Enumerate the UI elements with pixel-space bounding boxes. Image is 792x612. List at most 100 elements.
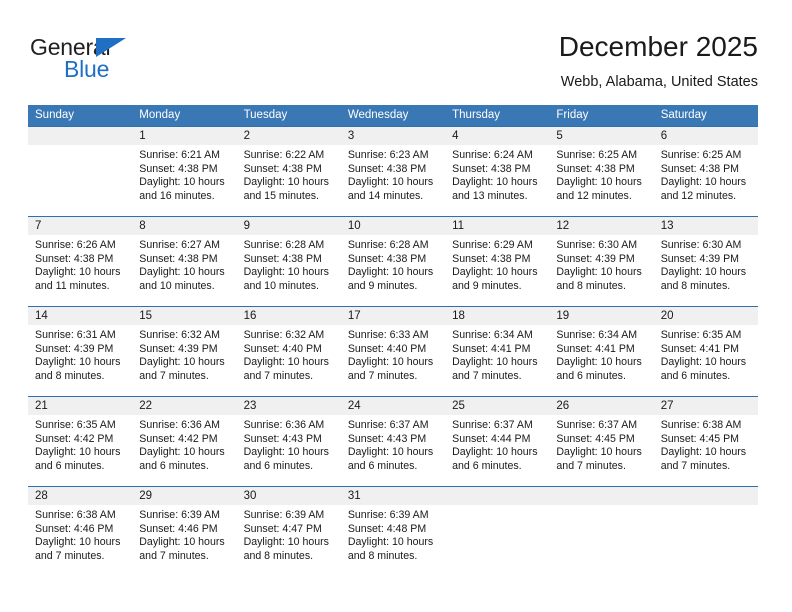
calendar-day-cell[interactable]: 29 Sunrise: 6:39 AM Sunset: 4:46 PM Dayl… (132, 486, 237, 575)
sunset-text: Sunset: 4:38 PM (243, 252, 322, 265)
sunrise-text: Sunrise: 6:35 AM (660, 329, 742, 341)
daylight-text: Daylight: 10 hours and 11 minutes. (35, 266, 121, 292)
calendar-table: Sunday Monday Tuesday Wednesday Thursday… (28, 105, 758, 575)
sunset-text: Sunset: 4:39 PM (139, 342, 218, 355)
day-details: Sunrise: 6:34 AM Sunset: 4:41 PM Dayligh… (445, 325, 549, 383)
calendar-day-cell[interactable]: 30 Sunrise: 6:39 AM Sunset: 4:47 PM Dayl… (236, 486, 341, 575)
day-number: 2 (236, 127, 341, 145)
day-details: Sunrise: 6:24 AM Sunset: 4:38 PM Dayligh… (445, 145, 549, 203)
weekday-header-sunday: Sunday (28, 105, 133, 127)
day-number: 4 (445, 127, 550, 145)
sunset-text: Sunset: 4:40 PM (243, 342, 322, 355)
calendar-day-cell[interactable]: 11 Sunrise: 6:29 AM Sunset: 4:38 PM Dayl… (445, 216, 550, 307)
day-number: 11 (445, 217, 550, 235)
sunset-text: Sunset: 4:44 PM (452, 432, 531, 445)
day-number: 3 (340, 127, 446, 145)
day-number: 26 (549, 397, 654, 415)
day-number: 12 (549, 217, 654, 235)
calendar-day-cell[interactable]: 14 Sunrise: 6:31 AM Sunset: 4:39 PM Dayl… (28, 306, 133, 397)
sunrise-text: Sunrise: 6:30 AM (556, 239, 638, 251)
general-blue-logo[interactable]: General Blue (30, 34, 190, 92)
day-number: 14 (28, 307, 133, 325)
sunset-text: Sunset: 4:43 PM (347, 432, 427, 445)
sunrise-text: Sunrise: 6:25 AM (556, 149, 638, 161)
calendar-day-cell[interactable]: 27 Sunrise: 6:38 AM Sunset: 4:45 PM Dayl… (653, 396, 758, 487)
calendar-day-cell[interactable]: 13 Sunrise: 6:30 AM Sunset: 4:39 PM Dayl… (653, 216, 758, 307)
daylight-text: Daylight: 10 hours and 6 minutes. (35, 446, 121, 472)
calendar-day-cell[interactable]: 4 Sunrise: 6:24 AM Sunset: 4:38 PM Dayli… (445, 126, 550, 217)
calendar-day-cell[interactable] (445, 486, 550, 575)
day-details: Sunrise: 6:28 AM Sunset: 4:38 PM Dayligh… (341, 235, 445, 293)
calendar-day-cell[interactable]: 9 Sunrise: 6:28 AM Sunset: 4:38 PM Dayli… (236, 216, 341, 307)
sunrise-text: Sunrise: 6:27 AM (139, 239, 220, 251)
sunrise-text: Sunrise: 6:36 AM (139, 419, 220, 431)
day-details: Sunrise: 6:38 AM Sunset: 4:45 PM Dayligh… (654, 415, 758, 473)
calendar-day-cell[interactable]: 21 Sunrise: 6:35 AM Sunset: 4:42 PM Dayl… (28, 396, 133, 487)
calendar-day-cell[interactable]: 25 Sunrise: 6:37 AM Sunset: 4:44 PM Dayl… (445, 396, 550, 487)
sunrise-text: Sunrise: 6:34 AM (556, 329, 638, 341)
day-details: Sunrise: 6:23 AM Sunset: 4:38 PM Dayligh… (341, 145, 445, 203)
sunset-text: Sunset: 4:38 PM (660, 162, 740, 175)
sunset-text: Sunset: 4:38 PM (347, 162, 427, 175)
calendar-week-row: 21 Sunrise: 6:35 AM Sunset: 4:42 PM Dayl… (28, 396, 758, 487)
daylight-text: Daylight: 10 hours and 8 minutes. (35, 356, 121, 382)
sunset-text: Sunset: 4:39 PM (35, 342, 114, 355)
sunrise-text: Sunrise: 6:39 AM (243, 509, 325, 521)
calendar-day-cell[interactable]: 19 Sunrise: 6:34 AM Sunset: 4:41 PM Dayl… (549, 306, 654, 397)
calendar-day-cell[interactable]: 6 Sunrise: 6:25 AM Sunset: 4:38 PM Dayli… (653, 126, 758, 217)
calendar-day-cell[interactable]: 18 Sunrise: 6:34 AM Sunset: 4:41 PM Dayl… (445, 306, 550, 397)
day-details (445, 505, 549, 509)
calendar-day-cell[interactable]: 23 Sunrise: 6:36 AM Sunset: 4:43 PM Dayl… (236, 396, 341, 487)
day-number: 19 (549, 307, 654, 325)
day-details: Sunrise: 6:39 AM Sunset: 4:48 PM Dayligh… (341, 505, 445, 563)
calendar-day-cell[interactable]: 22 Sunrise: 6:36 AM Sunset: 4:42 PM Dayl… (132, 396, 237, 487)
calendar-day-cell[interactable]: 26 Sunrise: 6:37 AM Sunset: 4:45 PM Dayl… (549, 396, 654, 487)
day-number: 6 (653, 127, 758, 145)
calendar-day-cell[interactable]: 12 Sunrise: 6:30 AM Sunset: 4:39 PM Dayl… (549, 216, 654, 307)
calendar-day-cell[interactable]: 7 Sunrise: 6:26 AM Sunset: 4:38 PM Dayli… (28, 216, 133, 307)
calendar-day-cell[interactable]: 24 Sunrise: 6:37 AM Sunset: 4:43 PM Dayl… (340, 396, 446, 487)
calendar-week-row: 14 Sunrise: 6:31 AM Sunset: 4:39 PM Dayl… (28, 306, 758, 397)
sunset-text: Sunset: 4:41 PM (452, 342, 531, 355)
calendar-day-cell[interactable] (549, 486, 654, 575)
sunset-text: Sunset: 4:38 PM (35, 252, 114, 265)
sunrise-text: Sunrise: 6:24 AM (452, 149, 533, 161)
daylight-text: Daylight: 10 hours and 7 minutes. (139, 536, 225, 562)
day-details: Sunrise: 6:30 AM Sunset: 4:39 PM Dayligh… (549, 235, 653, 293)
sunrise-text: Sunrise: 6:31 AM (35, 329, 116, 341)
daylight-text: Daylight: 10 hours and 10 minutes. (139, 266, 225, 292)
sunset-text: Sunset: 4:46 PM (35, 522, 114, 535)
day-number: 29 (132, 487, 237, 505)
calendar-day-cell[interactable]: 3 Sunrise: 6:23 AM Sunset: 4:38 PM Dayli… (340, 126, 446, 217)
daylight-text: Daylight: 10 hours and 12 minutes. (556, 176, 642, 202)
day-number: 17 (340, 307, 446, 325)
sunrise-text: Sunrise: 6:28 AM (243, 239, 325, 251)
day-number: 5 (549, 127, 654, 145)
sunrise-text: Sunrise: 6:38 AM (35, 509, 116, 521)
calendar-day-cell[interactable]: 5 Sunrise: 6:25 AM Sunset: 4:38 PM Dayli… (549, 126, 654, 217)
daylight-text: Daylight: 10 hours and 6 minutes. (347, 446, 434, 472)
weekday-header-wednesday: Wednesday (340, 105, 446, 127)
sunrise-text: Sunrise: 6:26 AM (35, 239, 116, 251)
day-number: 27 (653, 397, 758, 415)
calendar-week-row: 28 Sunrise: 6:38 AM Sunset: 4:46 PM Dayl… (28, 486, 758, 575)
calendar-day-cell[interactable]: 8 Sunrise: 6:27 AM Sunset: 4:38 PM Dayli… (132, 216, 237, 307)
calendar-day-cell[interactable]: 20 Sunrise: 6:35 AM Sunset: 4:41 PM Dayl… (653, 306, 758, 397)
day-number: 15 (132, 307, 237, 325)
calendar-day-cell[interactable]: 17 Sunrise: 6:33 AM Sunset: 4:40 PM Dayl… (340, 306, 446, 397)
calendar-day-cell[interactable]: 1 Sunrise: 6:21 AM Sunset: 4:38 PM Dayli… (132, 126, 237, 217)
weekday-header-friday: Friday (549, 105, 654, 127)
calendar-day-cell[interactable] (28, 126, 133, 217)
sunset-text: Sunset: 4:45 PM (660, 432, 740, 445)
day-details: Sunrise: 6:37 AM Sunset: 4:45 PM Dayligh… (549, 415, 653, 473)
calendar-day-cell[interactable] (653, 486, 758, 575)
calendar-day-cell[interactable]: 2 Sunrise: 6:22 AM Sunset: 4:38 PM Dayli… (236, 126, 341, 217)
day-details: Sunrise: 6:39 AM Sunset: 4:46 PM Dayligh… (132, 505, 236, 563)
calendar-day-cell[interactable]: 28 Sunrise: 6:38 AM Sunset: 4:46 PM Dayl… (28, 486, 133, 575)
calendar-day-cell[interactable]: 10 Sunrise: 6:28 AM Sunset: 4:38 PM Dayl… (340, 216, 446, 307)
calendar-day-cell[interactable]: 31 Sunrise: 6:39 AM Sunset: 4:48 PM Dayl… (340, 486, 446, 575)
weekday-header-monday: Monday (132, 105, 237, 127)
calendar-day-cell[interactable]: 16 Sunrise: 6:32 AM Sunset: 4:40 PM Dayl… (236, 306, 341, 397)
calendar-day-cell[interactable]: 15 Sunrise: 6:32 AM Sunset: 4:39 PM Dayl… (132, 306, 237, 397)
day-details: Sunrise: 6:32 AM Sunset: 4:39 PM Dayligh… (132, 325, 236, 383)
